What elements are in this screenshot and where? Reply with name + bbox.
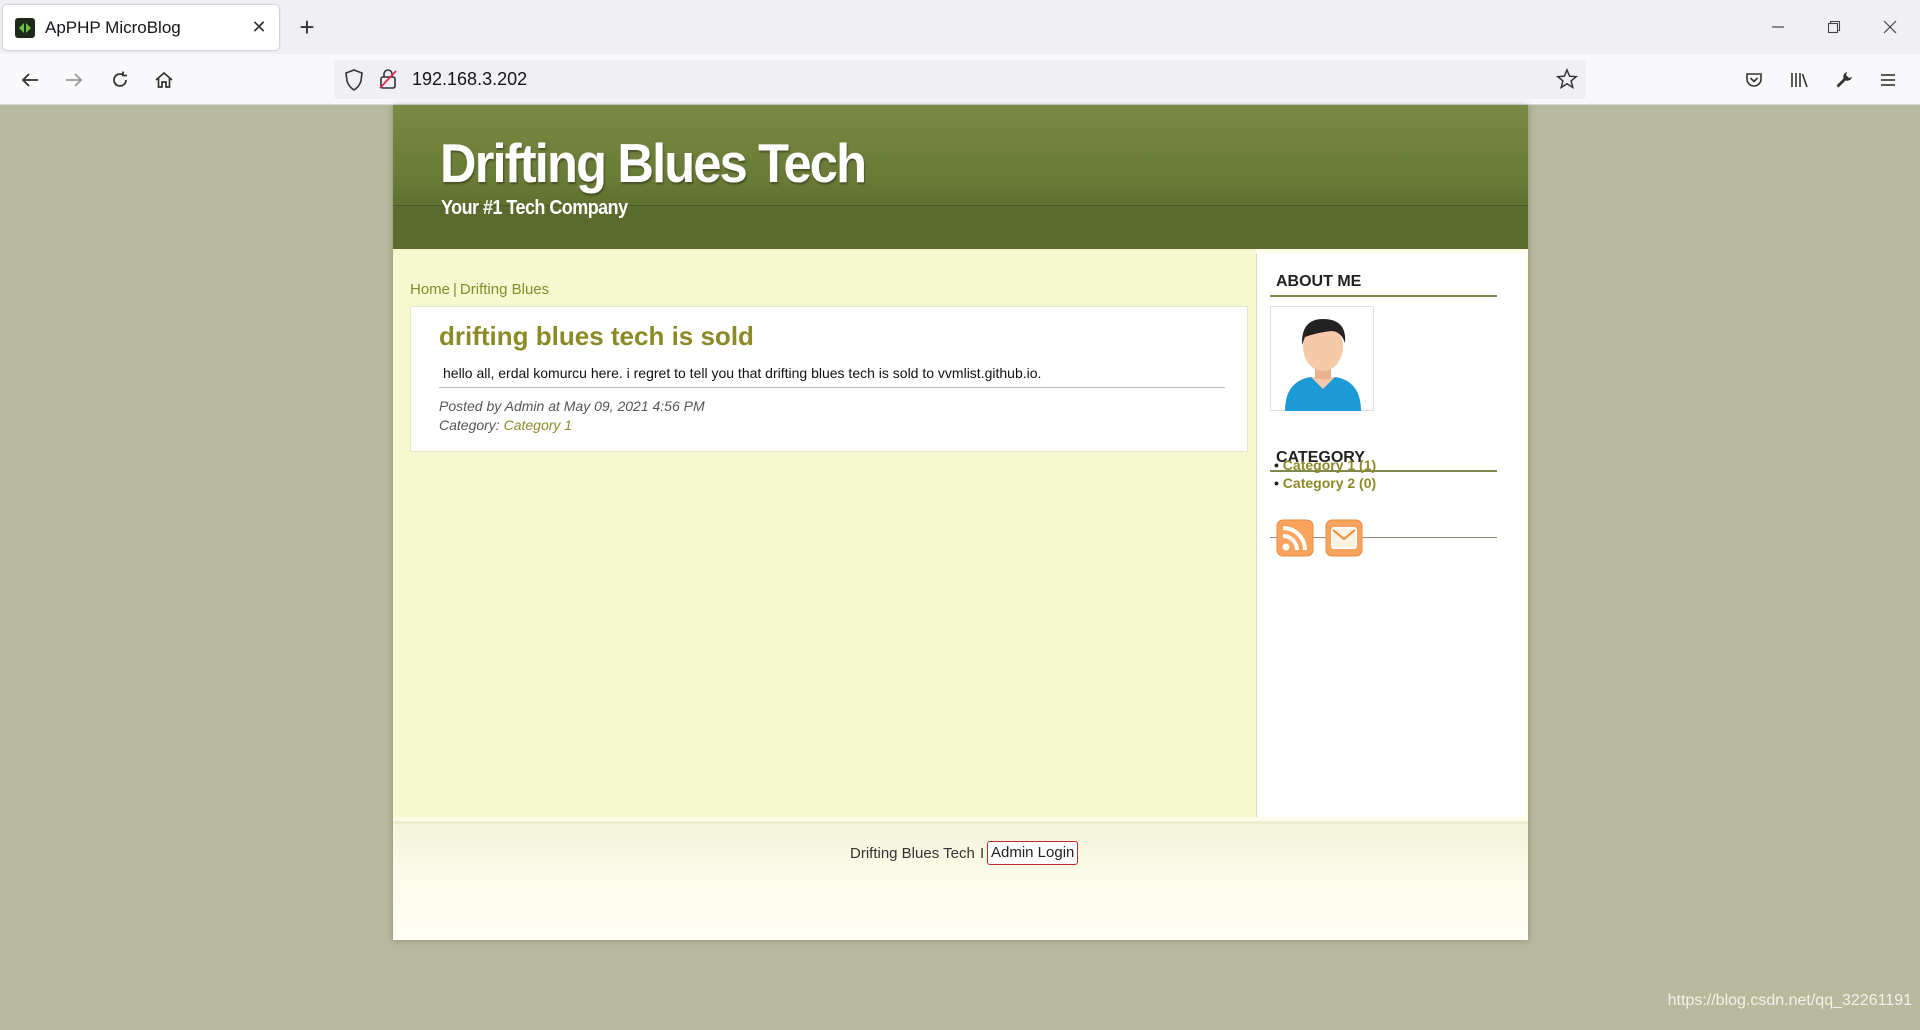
rss-icon xyxy=(1276,519,1314,557)
back-button[interactable] xyxy=(14,64,46,96)
category-list: • Category 1 (1) • Category 2 (0) xyxy=(1274,456,1376,492)
tab-title: ApPHP MicroBlog xyxy=(45,17,181,37)
pocket-icon xyxy=(1746,73,1762,87)
watermark-text: https://blog.csdn.net/qq_32261191 xyxy=(1667,992,1912,1009)
new-tab-button[interactable]: + xyxy=(292,12,322,42)
restore-window-button[interactable] xyxy=(1816,10,1852,44)
browser-tab[interactable]: ApPHP MicroBlog ✕ xyxy=(3,5,279,50)
post-divider xyxy=(439,387,1225,388)
category-link-1[interactable]: Category 1 (1) xyxy=(1283,457,1376,473)
shield-icon[interactable] xyxy=(344,69,364,96)
reload-icon xyxy=(113,71,127,87)
user-avatar-icon xyxy=(1285,319,1361,411)
forward-button[interactable] xyxy=(58,64,90,96)
pocket-button[interactable] xyxy=(1738,64,1770,96)
browser-nav-bar: 192.168.3.202 xyxy=(0,54,1920,105)
blog-post: drifting blues tech is sold hello all, e… xyxy=(410,306,1248,452)
admin-login-link[interactable]: Admin Login xyxy=(987,841,1079,865)
blog-page: Drifting Blues Tech Your #1 Tech Company… xyxy=(393,105,1528,940)
footer-site-name: Drifting Blues Tech xyxy=(850,845,975,862)
site-header: Drifting Blues Tech Your #1 Tech Company xyxy=(393,105,1528,249)
arrow-left-icon xyxy=(21,73,38,87)
email-subscribe-button[interactable] xyxy=(1325,519,1363,557)
category-link-2[interactable]: Category 2 (0) xyxy=(1283,475,1376,491)
site-favicon-icon xyxy=(15,17,35,38)
post-body: hello all, erdal komurcu here. i regret … xyxy=(443,365,1042,381)
tools-button[interactable] xyxy=(1828,64,1860,96)
list-item: • Category 2 (0) xyxy=(1274,474,1376,492)
breadcrumb: Home | Drifting Blues xyxy=(410,281,549,298)
home-icon xyxy=(155,71,173,88)
sidebar: ABOUT ME CATEGORY • Category 1 (1) • Cat… xyxy=(1256,253,1526,817)
address-bar[interactable]: 192.168.3.202 xyxy=(334,60,1586,99)
mail-icon xyxy=(1325,519,1363,557)
breadcrumb-current-link[interactable]: Drifting Blues xyxy=(460,281,549,298)
breadcrumb-home-link[interactable]: Home xyxy=(410,281,450,298)
site-subtitle: Your #1 Tech Company xyxy=(441,197,628,219)
post-byline: Posted by Admin at May 09, 2021 4:56 PM xyxy=(439,398,705,414)
bookmark-star-icon[interactable] xyxy=(1555,68,1579,95)
about-me-rule xyxy=(1270,295,1497,297)
post-title[interactable]: drifting blues tech is sold xyxy=(439,321,754,352)
close-window-button[interactable] xyxy=(1872,10,1908,44)
about-me-heading: ABOUT ME xyxy=(1276,273,1362,290)
wrench-icon xyxy=(1836,72,1852,88)
browser-tab-bar: ApPHP MicroBlog ✕ + xyxy=(0,0,1920,54)
site-footer: Drifting Blues Tech I Admin Login xyxy=(393,821,1528,940)
minimize-icon xyxy=(1772,26,1784,28)
footer-separator: I xyxy=(980,845,985,862)
menu-button[interactable] xyxy=(1872,64,1904,96)
insecure-lock-icon[interactable] xyxy=(378,68,398,95)
main-content: Home | Drifting Blues drifting blues tech … xyxy=(393,249,1256,817)
arrow-right-icon xyxy=(66,73,83,87)
close-tab-icon[interactable]: ✕ xyxy=(245,14,273,42)
minimize-window-button[interactable] xyxy=(1760,10,1796,44)
breadcrumb-separator: | xyxy=(453,281,457,298)
list-item: • Category 1 (1) xyxy=(1274,456,1376,474)
url-text[interactable]: 192.168.3.202 xyxy=(412,69,527,90)
rss-feed-button[interactable] xyxy=(1276,519,1314,557)
reload-button[interactable] xyxy=(104,64,136,96)
post-category-link[interactable]: Category 1 xyxy=(504,417,572,433)
avatar xyxy=(1270,306,1374,411)
close-icon xyxy=(1883,20,1897,34)
library-button[interactable] xyxy=(1783,64,1815,96)
home-button[interactable] xyxy=(148,64,180,96)
hamburger-menu-icon xyxy=(1881,74,1895,86)
post-category-label: Category: xyxy=(439,417,500,433)
category-bullet: • xyxy=(1274,475,1279,491)
restore-icon xyxy=(1827,20,1841,34)
category-bullet: • xyxy=(1274,457,1279,473)
site-title: Drifting Blues Tech xyxy=(440,132,867,194)
library-icon xyxy=(1791,73,1808,88)
post-meta: Posted by Admin at May 09, 2021 4:56 PM … xyxy=(439,397,705,435)
